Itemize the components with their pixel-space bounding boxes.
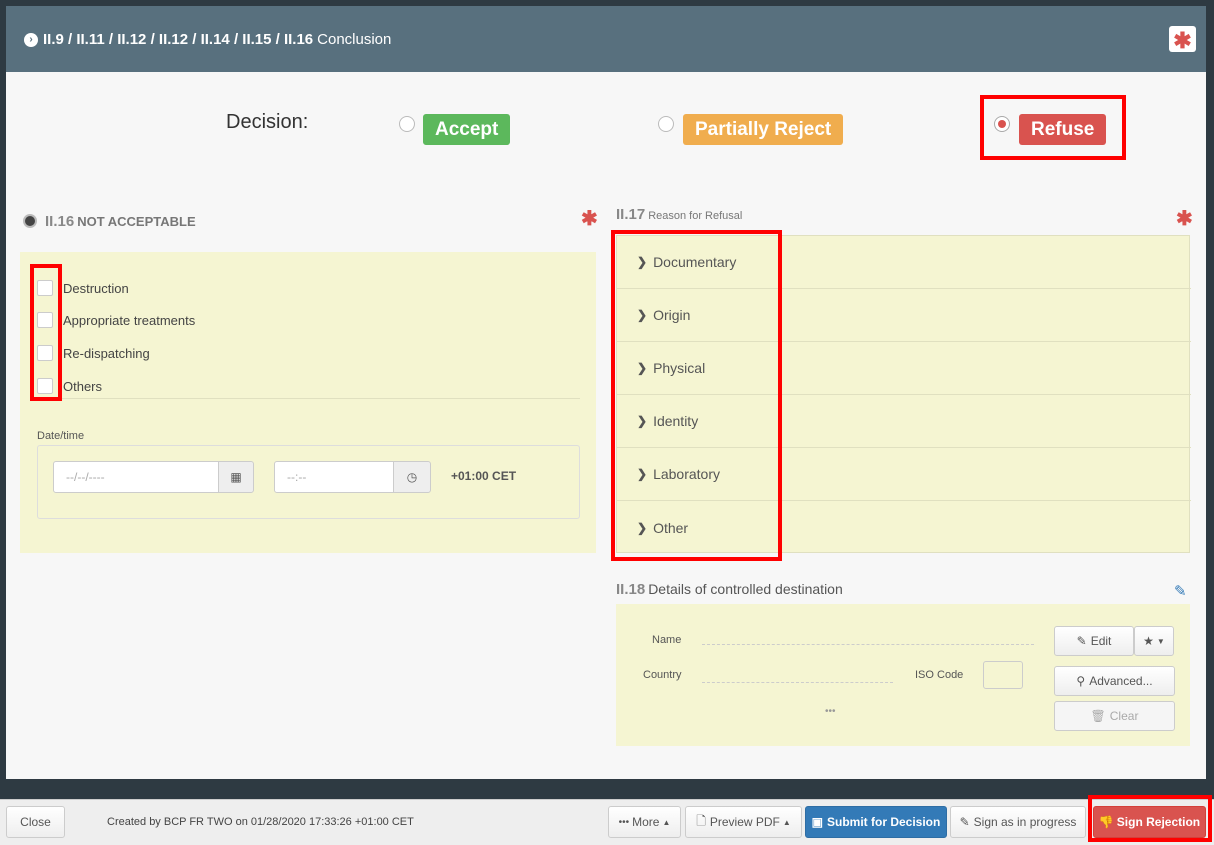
title-section-numbers: II.9 / II.11 / II.12 / II.12 / II.14 / I… [43,31,314,48]
ii18-panel: Name Country ISO Code ••• ✎ Edit ★ ▼ ⚲ Adva… [616,604,1190,746]
time-input[interactable]: --:-- [274,461,394,493]
more-dots[interactable]: ••• [825,706,836,717]
highlight-checkboxes [30,264,62,401]
conclusion-modal: › II.9 / II.11 / II.12 / II.12 / II.14 /… [6,6,1206,779]
country-field [702,682,893,683]
preview-pdf-button[interactable]: 🗋 Preview PDF ▲ [685,806,802,838]
highlight-reasons [611,230,782,561]
sign-in-progress-button[interactable]: ✎ Sign as in progress [950,806,1086,838]
date-input[interactable]: --/--/---- [53,461,219,493]
datetime-label: Date/time [37,430,85,442]
favorites-dropdown[interactable]: ★ ▼ [1134,626,1174,656]
iso-code-label: ISO Code [915,669,964,681]
name-field [702,644,1034,645]
partially-reject-radio[interactable] [658,116,674,132]
clock-icon[interactable]: ◷ [393,461,431,493]
partially-reject-badge[interactable]: Partially Reject [683,114,844,145]
ii16-title: II.16 NOT ACCEPTABLE [45,213,196,230]
star-icon: ★ [1143,634,1154,648]
footer-bar: Close Created by BCP FR TWO on 01/28/202… [0,795,1214,845]
ii16-radio[interactable] [23,214,37,228]
edit-icon[interactable]: ✎ [1174,582,1187,600]
ii17-title: II.17 Reason for Refusal [616,206,743,223]
caret-up-icon: ▲ [662,817,671,827]
search-icon: ⚲ [1076,674,1086,688]
ellipsis-icon: ••• [618,816,630,828]
modal-header: › II.9 / II.11 / II.12 / II.12 / II.14 /… [6,6,1206,72]
archive-icon: ▣ [811,815,823,829]
submit-for-decision-button[interactable]: ▣ Submit for Decision [805,806,947,838]
datetime-box: --/--/---- ▦ --:-- ◷ +01:00 CET [37,445,580,519]
created-info: Created by BCP FR TWO on 01/28/2020 17:3… [107,816,414,828]
pencil-icon: ✎ [959,815,970,829]
edit-button[interactable]: ✎ Edit [1054,626,1134,656]
country-label: Country [643,669,682,681]
decision-label: Decision: [226,111,309,133]
highlight-sign-rejection [1088,795,1212,842]
required-asterisk-icon: ✱ [1169,26,1196,53]
name-label: Name [652,634,682,646]
edit-icon: ✎ [1076,634,1087,648]
advanced-button[interactable]: ⚲ Advanced... [1054,666,1175,696]
title-text: Conclusion [317,31,392,48]
calendar-icon[interactable]: ▦ [218,461,254,493]
accept-radio[interactable] [399,116,415,132]
ii17-required-icon: ✱ [1176,208,1193,230]
file-icon: 🗋 [696,813,706,828]
ii18-title: II.18 Details of controlled destination [616,581,843,598]
caret-up-icon: ▲ [782,817,791,827]
accept-badge[interactable]: Accept [423,114,511,145]
close-button[interactable]: Close [6,806,65,838]
trash-icon: 🗑 [1090,709,1106,723]
divider [37,398,580,399]
more-button[interactable]: ••• More ▲ [608,806,681,838]
timezone-label: +01:00 CET [451,469,517,483]
ii16-required-icon: ✱ [581,208,598,230]
ii16-panel: Destruction Appropriate treatments Re-di… [20,252,596,553]
chevron-circle-right-icon: › [24,32,38,47]
caret-down-icon: ▼ [1156,636,1165,646]
iso-code-field [983,661,1023,689]
modal-title: › II.9 / II.11 / II.12 / II.12 / II.14 /… [24,31,391,48]
highlight-refuse [980,95,1126,160]
clear-button[interactable]: 🗑 Clear [1054,701,1175,731]
